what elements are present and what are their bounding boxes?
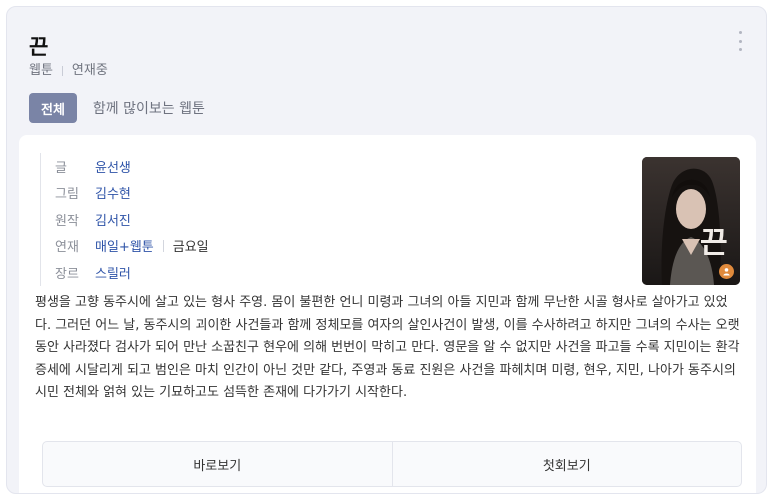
writer-link[interactable]: 윤선생 bbox=[95, 157, 131, 176]
meta-line: 웹툰 연재중 bbox=[29, 62, 108, 80]
webtoon-card: 끈 웹툰 연재중 전체 함께 많이보는 웹툰 글 윤선생 그림 김수현 원작 김… bbox=[6, 6, 767, 494]
serial-platform-link[interactable]: 매일+웹툰 bbox=[95, 236, 154, 255]
first-episode-button[interactable]: 첫회보기 bbox=[393, 442, 742, 486]
original-label: 원작 bbox=[55, 213, 79, 229]
info-row-genre: 장르 스릴러 bbox=[55, 259, 209, 286]
synopsis: 평생을 고향 동주시에 살고 있는 형사 주영. 몸이 불편한 언니 미령과 그… bbox=[35, 295, 740, 400]
category-label: 웹툰 bbox=[29, 63, 53, 78]
info-row-original: 원작 김서진 bbox=[55, 206, 209, 233]
page-title: 끈 bbox=[29, 35, 49, 59]
original-link[interactable]: 김서진 bbox=[95, 210, 131, 229]
status-label: 연재중 bbox=[71, 63, 108, 78]
tab-bar: 전체 함께 많이보는 웹툰 bbox=[29, 93, 205, 123]
person-badge-icon bbox=[719, 264, 734, 279]
serial-label: 연재 bbox=[55, 240, 79, 256]
info-list: 글 윤선생 그림 김수현 원작 김서진 연재 매일+웹툰 금요일 장르 스릴러 bbox=[40, 153, 209, 286]
action-bar: 바로보기 첫회보기 bbox=[42, 441, 742, 487]
writer-label: 글 bbox=[55, 160, 67, 176]
tab-all[interactable]: 전체 bbox=[29, 93, 77, 123]
divider bbox=[162, 239, 164, 252]
info-row-writer: 글 윤선생 bbox=[55, 153, 209, 180]
genre-link[interactable]: 스릴러 bbox=[95, 263, 131, 282]
cover-image[interactable]: 끈 bbox=[642, 157, 740, 285]
read-now-button[interactable]: 바로보기 bbox=[43, 442, 392, 486]
serial-day: 금요일 bbox=[172, 240, 209, 256]
genre-label: 장르 bbox=[55, 266, 79, 282]
cover-title-glyph: 끈 bbox=[700, 226, 728, 261]
tab-related[interactable]: 함께 많이보는 웹툰 bbox=[93, 98, 205, 118]
artist-label: 그림 bbox=[55, 187, 79, 203]
detail-panel: 글 윤선생 그림 김수현 원작 김서진 연재 매일+웹툰 금요일 장르 스릴러 bbox=[19, 135, 756, 493]
divider bbox=[61, 66, 63, 76]
info-row-serial: 연재 매일+웹툰 금요일 bbox=[55, 233, 209, 260]
artist-link[interactable]: 김수현 bbox=[95, 183, 131, 202]
info-row-artist: 그림 김수현 bbox=[55, 180, 209, 207]
more-options-icon[interactable] bbox=[736, 31, 744, 51]
